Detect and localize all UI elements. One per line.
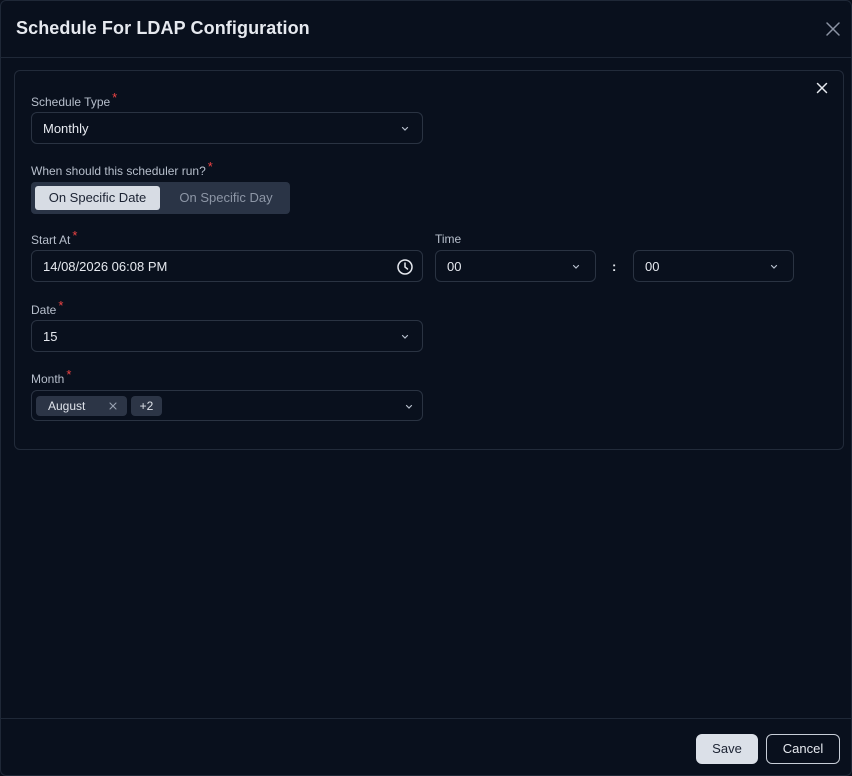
chevron-down-icon (770, 264, 778, 269)
chevron-down-icon (405, 404, 413, 409)
modal-title: Schedule For LDAP Configuration (16, 18, 310, 38)
minute-value: 00 (645, 259, 660, 274)
time-label: Time (435, 232, 462, 246)
schedule-type-select[interactable]: Monthly (31, 112, 423, 144)
schedule-card: Schedule Type * Monthly When should this … (14, 70, 844, 450)
month-label-text: Month (31, 372, 65, 386)
more-months-badge[interactable]: +2 (131, 396, 162, 416)
start-at-label: Start At * (31, 228, 77, 247)
hour-value: 00 (447, 259, 462, 274)
date-value: 15 (43, 329, 58, 344)
chevron-down-icon (572, 264, 580, 269)
start-at-label-text: Start At (31, 233, 71, 247)
remove-tag-icon[interactable] (109, 402, 117, 410)
date-label: Date * (31, 298, 63, 317)
date-select[interactable]: 15 (31, 320, 423, 352)
date-label-text: Date (31, 303, 57, 317)
month-tag-august: August (36, 396, 127, 416)
clock-icon[interactable] (396, 258, 414, 276)
option-specific-day[interactable]: On Specific Day (166, 186, 286, 210)
chevron-down-icon (401, 126, 409, 131)
footer-divider (1, 718, 851, 719)
month-label: Month * (31, 367, 71, 386)
required-marker: * (112, 90, 118, 105)
schedule-modal: Schedule For LDAP Configuration Schedule… (0, 0, 852, 776)
modal-close-icon[interactable] (823, 19, 843, 39)
run-mode-label: When should this scheduler run? * (31, 159, 213, 178)
chevron-down-icon (401, 334, 409, 339)
minute-select[interactable]: 00 (633, 250, 794, 282)
option-specific-date[interactable]: On Specific Date (35, 186, 160, 210)
card-close-icon[interactable] (814, 80, 830, 96)
start-at-input[interactable]: 14/08/2026 06:08 PM (31, 250, 423, 282)
run-mode-toggle: On Specific Date On Specific Day (31, 182, 290, 214)
start-at-value: 14/08/2026 06:08 PM (43, 259, 168, 274)
required-marker: * (207, 159, 213, 174)
hour-select[interactable]: 00 (435, 250, 596, 282)
modal-header: Schedule For LDAP Configuration (1, 1, 851, 58)
run-mode-label-text: When should this scheduler run? (31, 164, 206, 178)
save-button[interactable]: Save (696, 734, 758, 764)
required-marker: * (72, 228, 78, 243)
time-separator: : (612, 259, 617, 274)
schedule-type-value: Monthly (43, 121, 89, 136)
schedule-type-label-text: Schedule Type (31, 95, 111, 109)
required-marker: * (58, 298, 64, 313)
month-tag-label: August (48, 399, 86, 413)
cancel-button[interactable]: Cancel (766, 734, 840, 764)
required-marker: * (66, 367, 72, 382)
schedule-type-label: Schedule Type * (31, 90, 117, 109)
month-multiselect[interactable]: August +2 (31, 390, 423, 421)
